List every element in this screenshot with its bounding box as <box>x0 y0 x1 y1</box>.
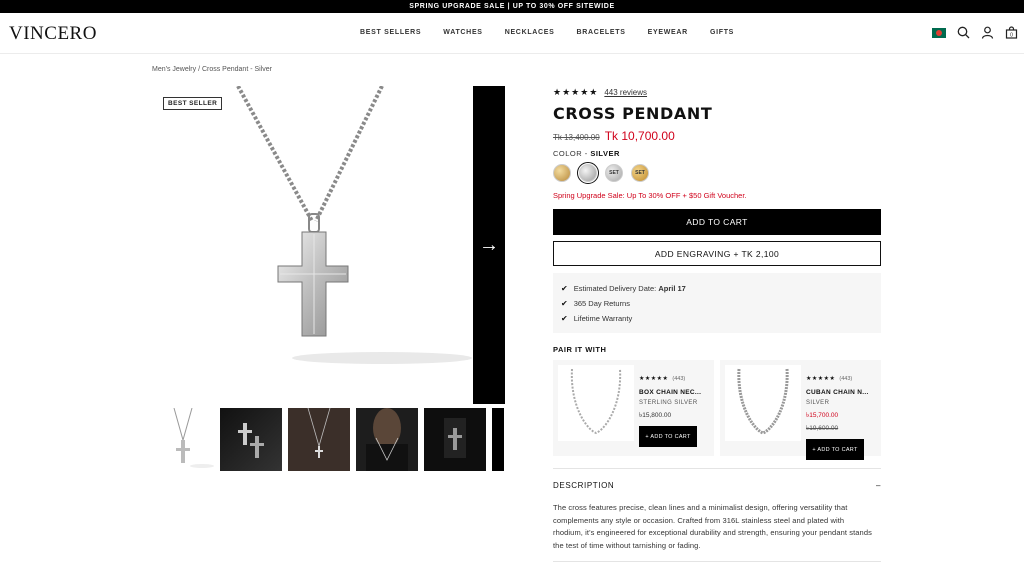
returns-text: 365 Day Returns <box>573 299 630 308</box>
next-image-button[interactable]: → <box>473 86 505 404</box>
delivery-text: Estimated Delivery Date: April 17 <box>573 284 686 293</box>
model-thumb-icon <box>288 408 350 471</box>
nav-bracelets[interactable]: BRACELETS <box>577 29 626 36</box>
check-icon: ✔ <box>561 299 568 308</box>
check-icon: ✔ <box>561 284 568 293</box>
check-icon: ✔ <box>561 314 568 323</box>
swatch-silver[interactable] <box>577 162 599 184</box>
sale-price: Tk 10,700.00 <box>604 129 675 143</box>
lifestyle-thumb-icon <box>444 418 466 458</box>
main-nav: BEST SELLERS WATCHES NECKLACES BRACELETS… <box>360 29 756 36</box>
promo-banner[interactable]: SPRING UPGRADE SALE | UP TO 30% OFF SITE… <box>0 0 1024 13</box>
product-main-image[interactable]: BEST SELLER → <box>152 86 505 404</box>
box-chain-add-button[interactable]: + ADD TO CART <box>639 426 697 447</box>
cross-pair-thumb-icon <box>238 423 264 458</box>
logo[interactable]: VINCERO <box>9 23 97 45</box>
box-chain-count: (443) <box>672 376 686 382</box>
rating-stars: ★★★★★ <box>553 86 599 97</box>
swatch-gold[interactable] <box>553 164 571 182</box>
price-row: Tk 13,400.00 Tk 10,700.00 <box>553 129 881 143</box>
description-toggle[interactable]: DESCRIPTION – <box>553 468 881 490</box>
box-chain-variant: STERLING SILVER <box>639 400 698 406</box>
cart-icon[interactable]: 0 <box>1005 26 1018 39</box>
perk-warranty: ✔ Lifetime Warranty <box>561 311 873 326</box>
thumbnail-4[interactable] <box>356 408 418 471</box>
warranty-text: Lifetime Warranty <box>573 314 633 323</box>
original-price: Tk 13,400.00 <box>553 133 600 142</box>
description-heading: DESCRIPTION <box>553 481 615 490</box>
chain-icon <box>737 368 789 435</box>
color-swatches: SET SET <box>553 162 881 184</box>
pair-card-cuban-chain[interactable]: ★★★★★ (443) CUBAN CHAIN N... SILVER ৳15,7… <box>720 360 881 460</box>
collapse-icon[interactable]: – <box>876 481 881 490</box>
search-icon[interactable] <box>957 26 970 39</box>
cross-pendant-image <box>236 86 472 364</box>
cuban-chain-name[interactable]: CUBAN CHAIN N... <box>806 389 876 396</box>
cross-thumb-icon <box>173 408 214 468</box>
model-neck-thumb-icon <box>366 408 408 471</box>
color-value: SILVER <box>590 149 620 158</box>
nav-gifts[interactable]: GIFTS <box>710 29 734 36</box>
chain-icon <box>570 368 622 435</box>
cuban-chain-count: (443) <box>839 376 853 382</box>
thumbnail-6[interactable] <box>492 408 504 471</box>
thumbnail-1[interactable] <box>152 408 214 471</box>
breadcrumb[interactable]: Men's Jewelry / Cross Pendant - Silver <box>152 66 272 73</box>
product-title: CROSS PENDANT <box>553 104 713 123</box>
cuban-chain-old-price: ৳19,600.00 <box>806 425 839 432</box>
cuban-chain-price: ৳15,700.00 <box>806 412 839 419</box>
header-icons: 0 <box>932 26 1018 39</box>
nav-necklaces[interactable]: NECKLACES <box>505 29 555 36</box>
box-chain-price: ৳15,800.00 <box>639 412 672 419</box>
perk-delivery: ✔ Estimated Delivery Date: April 17 <box>561 281 873 296</box>
cuban-chain-stars: ★★★★★ <box>806 376 836 382</box>
thumbnail-3[interactable] <box>288 408 350 471</box>
pair-it-with-heading: PAIR IT WITH <box>553 345 607 354</box>
swatch-gold-set[interactable]: SET <box>631 164 649 182</box>
nav-eyewear[interactable]: EYEWEAR <box>648 29 688 36</box>
flag-icon[interactable] <box>932 27 946 38</box>
product-info: ★★★★★ 443 reviews CROSS PENDANT Tk 13,40… <box>553 86 881 460</box>
reviews-link[interactable]: 443 reviews <box>604 88 647 97</box>
rating-row: ★★★★★ 443 reviews <box>553 86 881 98</box>
color-label: COLOR - SILVER <box>553 149 881 158</box>
swatch-silver-set[interactable]: SET <box>605 164 623 182</box>
site-header: VINCERO BEST SELLERS WATCHES NECKLACES B… <box>0 13 1024 54</box>
box-chain-name[interactable]: BOX CHAIN NEC... <box>639 389 709 396</box>
account-icon[interactable] <box>981 26 994 39</box>
thumbnail-strip <box>152 408 504 471</box>
perks-box: ✔ Estimated Delivery Date: April 17 ✔ 36… <box>553 273 881 333</box>
thumbnail-5[interactable] <box>424 408 486 471</box>
pair-card-box-chain[interactable]: ★★★★★ (443) BOX CHAIN NEC... STERLING SIL… <box>553 360 714 456</box>
box-chain-info: ★★★★★ (443) BOX CHAIN NEC... STERLING SIL… <box>639 367 709 447</box>
sale-note: Spring Upgrade Sale: Up To 30% OFF + $50… <box>553 191 747 200</box>
add-to-cart-button[interactable]: ADD TO CART <box>553 209 881 235</box>
thumbnail-2[interactable] <box>220 408 282 471</box>
add-engraving-button[interactable]: ADD ENGRAVING + TK 2,100 <box>553 241 881 266</box>
cart-count: 0 <box>1010 33 1013 39</box>
section-divider <box>553 561 881 562</box>
description-text: The cross features precise, clean lines … <box>553 503 872 550</box>
cuban-chain-variant: SILVER <box>806 400 830 406</box>
color-label-text: COLOR - <box>553 149 591 158</box>
cuban-chain-info: ★★★★★ (443) CUBAN CHAIN N... SILVER ৳15,7… <box>806 367 876 460</box>
cuban-chain-add-button[interactable]: + ADD TO CART <box>806 439 864 460</box>
best-seller-badge: BEST SELLER <box>163 97 223 110</box>
arrow-right-icon: → <box>479 233 499 256</box>
box-chain-stars: ★★★★★ <box>639 376 669 382</box>
perk-returns: ✔ 365 Day Returns <box>561 296 873 311</box>
nav-best-sellers[interactable]: BEST SELLERS <box>360 29 421 36</box>
cuban-chain-image[interactable] <box>725 365 801 441</box>
box-chain-image[interactable] <box>558 365 634 441</box>
pair-cards: ★★★★★ (443) BOX CHAIN NEC... STERLING SIL… <box>553 360 881 460</box>
nav-watches[interactable]: WATCHES <box>443 29 482 36</box>
